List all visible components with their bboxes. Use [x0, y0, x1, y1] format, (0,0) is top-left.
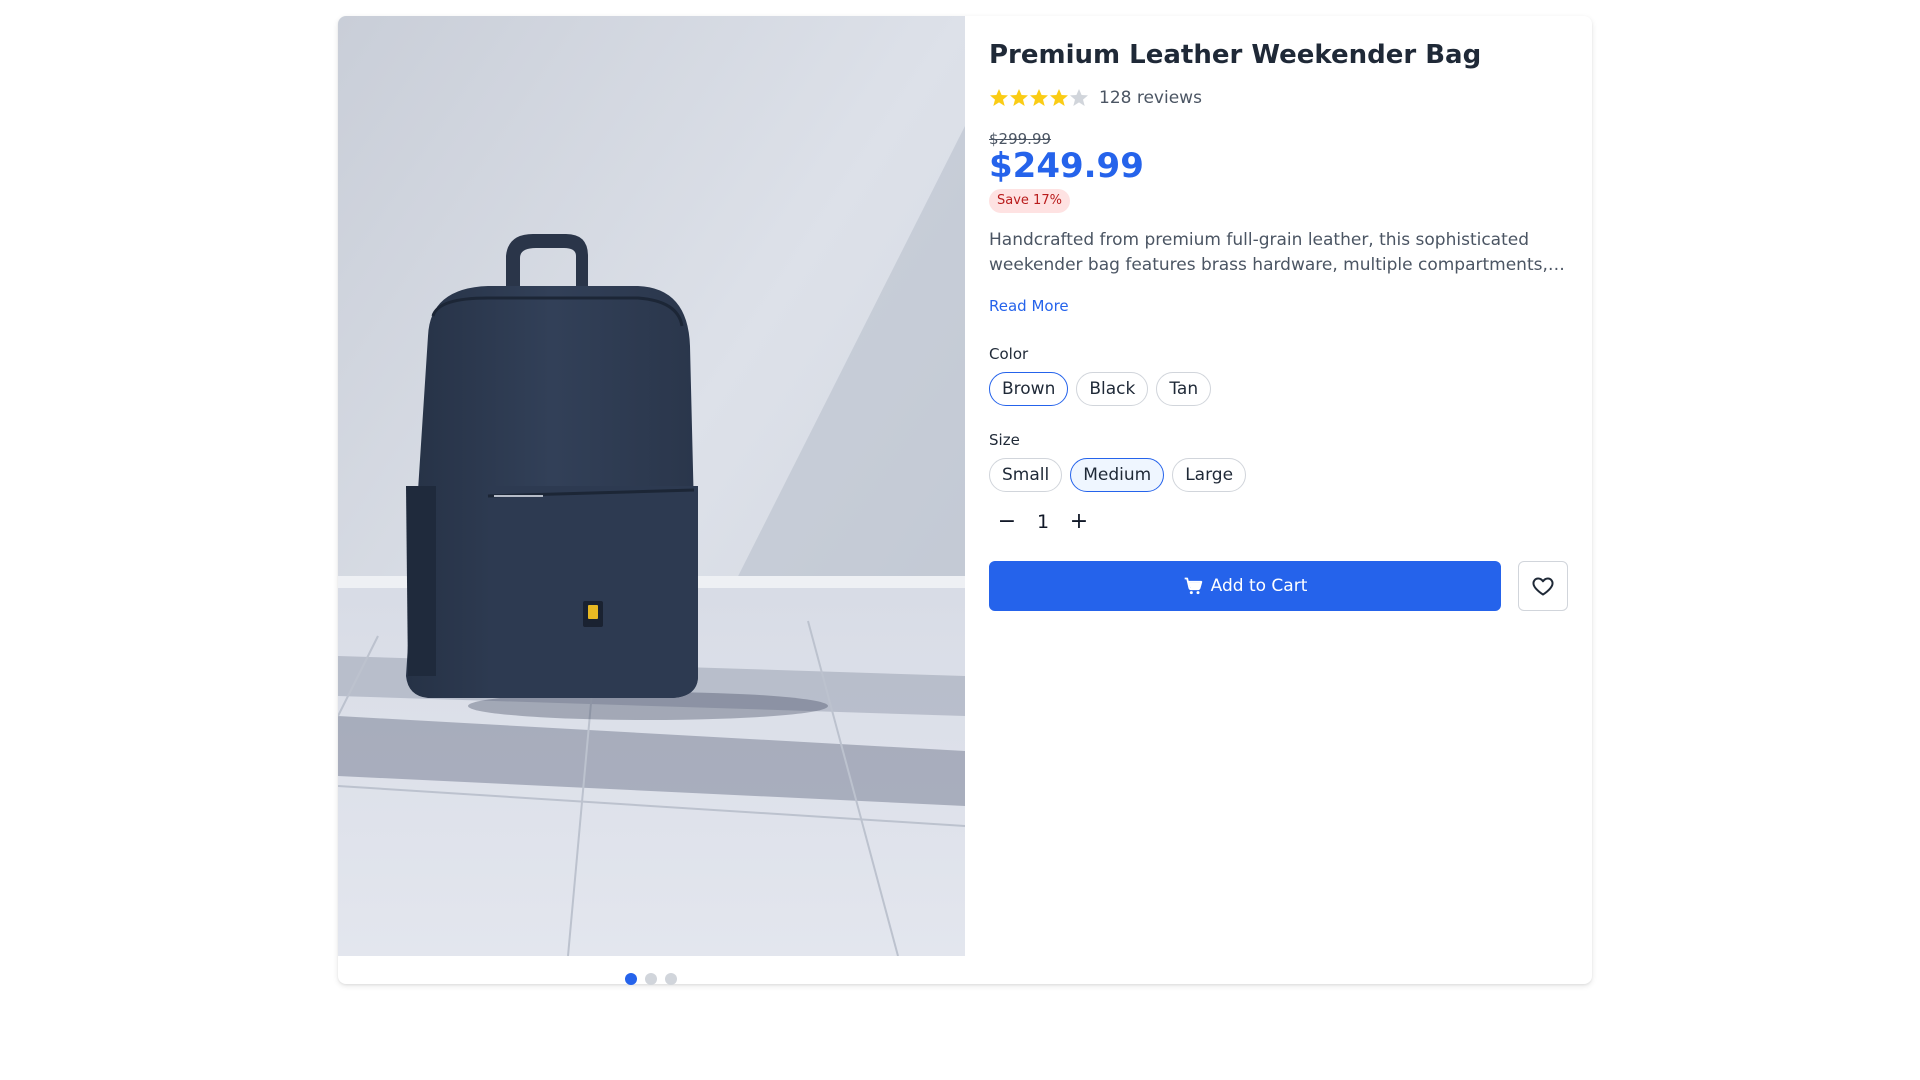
description-line: Handcrafted from premium full-grain leat… [989, 230, 1530, 250]
read-more-link[interactable]: Read More [989, 297, 1069, 315]
quantity-value[interactable]: 1 [1025, 511, 1061, 533]
star-icon [1050, 89, 1068, 106]
add-to-cart-label: Add to Cart [1210, 576, 1308, 596]
size-label: Size [989, 431, 1020, 449]
star-empty-icon [1070, 89, 1088, 106]
decrease-quantity-button[interactable]: − [989, 504, 1025, 540]
product-description: Handcrafted from premium full-grain leat… [989, 228, 1569, 278]
color-option-brown[interactable]: Brown [989, 372, 1069, 406]
reviews-count[interactable]: 128 reviews [1099, 88, 1202, 108]
gallery-pagination [625, 973, 677, 985]
add-to-cart-button[interactable]: Add to Cart [989, 561, 1501, 611]
product-card: Premium Leather Weekender Bag 128 review… [338, 16, 1592, 985]
gallery-dot-3[interactable] [665, 973, 677, 985]
size-option-small[interactable]: Small [989, 458, 1063, 492]
star-rating [989, 88, 1089, 108]
wishlist-button[interactable] [1518, 561, 1568, 611]
discount-badge: Save 17% [989, 189, 1070, 213]
gallery-dot-2[interactable] [645, 973, 657, 985]
star-icon [990, 89, 1008, 106]
color-option-tan[interactable]: Tan [1156, 372, 1212, 406]
cart-icon [1184, 577, 1202, 595]
quantity-stepper: − 1 + [989, 504, 1097, 540]
heart-icon [1532, 577, 1554, 596]
color-option-black[interactable]: Black [1076, 372, 1149, 406]
star-icon [1030, 89, 1048, 106]
increase-quantity-button[interactable]: + [1061, 504, 1097, 540]
star-icon [1010, 89, 1028, 106]
product-title: Premium Leather Weekender Bag [989, 40, 1482, 70]
sale-price: $249.99 [989, 146, 1144, 186]
color-label: Color [989, 345, 1029, 363]
size-options: Small Medium Large [989, 458, 1247, 492]
size-option-large[interactable]: Large [1172, 458, 1247, 492]
rating: 128 reviews [989, 88, 1202, 108]
gallery-dot-1[interactable] [625, 973, 637, 985]
color-options: Brown Black Tan [989, 372, 1212, 406]
description-line: weekender bag features brass hardware, m… [989, 255, 1569, 275]
product-image[interactable] [338, 16, 965, 956]
size-option-medium[interactable]: Medium [1070, 458, 1165, 492]
